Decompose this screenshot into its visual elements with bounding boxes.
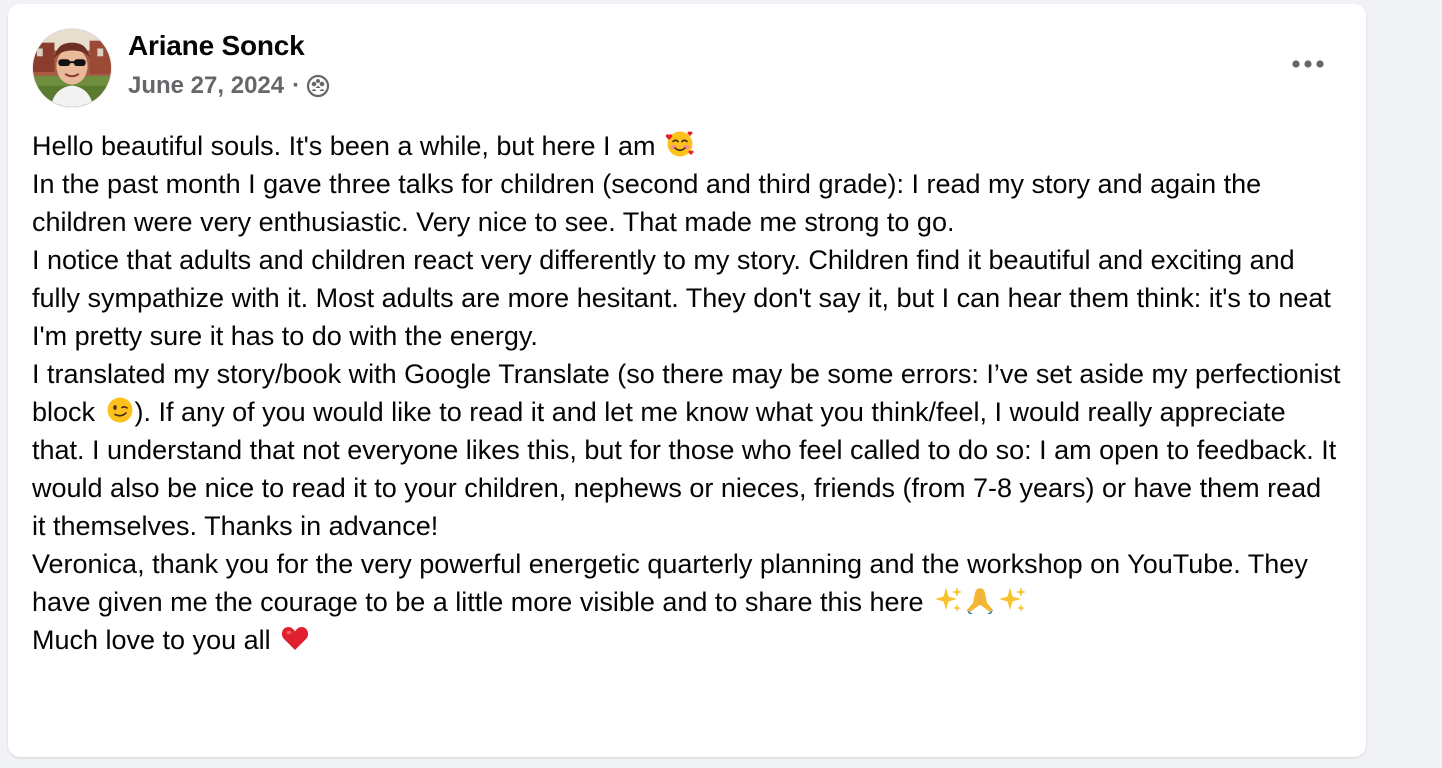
post-card: Ariane Sonck June 27, 2024 · Hello beaut… [8, 4, 1366, 757]
more-options-icon [1291, 59, 1325, 69]
post-paragraph: Hello beautiful souls. It's been a while… [32, 127, 1342, 165]
winking-face-icon [105, 395, 135, 425]
more-options-button[interactable] [1284, 44, 1332, 84]
post-paragraph: I notice that adults and children react … [32, 245, 1346, 351]
author-name[interactable]: Ariane Sonck [128, 30, 305, 62]
post-paragraph: I translated my story/book with Google T… [32, 359, 1349, 541]
post-paragraph: In the past month I gave three talks for… [32, 169, 1269, 237]
post-text: Hello beautiful souls. It's been a while… [32, 127, 1342, 659]
sparkles-icon [933, 585, 963, 615]
author-avatar[interactable] [32, 28, 112, 108]
folded-hands-icon [965, 585, 995, 615]
meta-separator: · [292, 72, 301, 99]
post-date[interactable]: June 27, 2024 [128, 72, 284, 100]
smiling-face-with-hearts-icon [665, 129, 695, 159]
post-paragraph: Veronica, thank you for the very powerfu… [32, 549, 1316, 617]
post-paragraph: Much love to you all [32, 621, 1342, 659]
post-meta: June 27, 2024 · [128, 72, 330, 100]
sparkles-icon [997, 585, 1027, 615]
red-heart-icon [280, 623, 310, 653]
group-icon[interactable] [306, 74, 330, 98]
